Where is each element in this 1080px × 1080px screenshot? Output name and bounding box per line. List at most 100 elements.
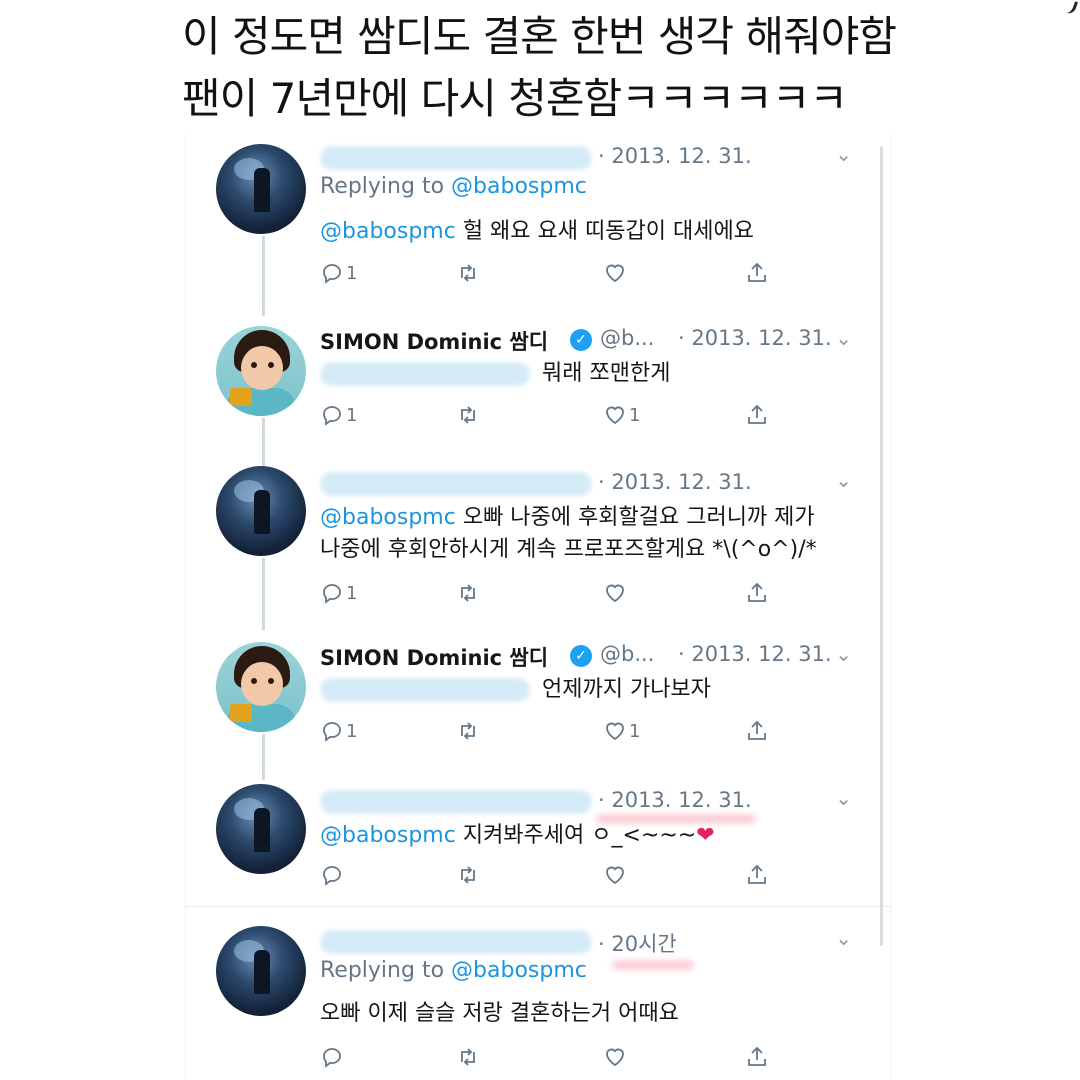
reply-icon xyxy=(323,406,341,426)
chevron-down-icon[interactable]: ⌄ xyxy=(835,642,852,666)
retweet-button[interactable] xyxy=(456,718,480,743)
avatar[interactable] xyxy=(216,784,306,874)
share-button[interactable] xyxy=(745,862,769,887)
retweet-button[interactable] xyxy=(456,580,480,605)
scrollbar[interactable] xyxy=(880,146,883,946)
share-button[interactable] xyxy=(745,718,769,743)
tweet-text: @babospmc 오빠 나중에 후회할걸요 그러니까 제가 나중에 후회안하시… xyxy=(320,502,817,566)
tweet-date[interactable]: · 20시간 xyxy=(598,928,677,958)
tweet-text: @babospmc 지켜봐주세여 ㅇ_<~~~❤ xyxy=(320,820,715,852)
tweet-thread[interactable]: · 2013. 12. 31. ⌄ Replying to @babospmc … xyxy=(185,134,892,1080)
like-button[interactable] xyxy=(603,580,629,605)
reply-icon xyxy=(323,722,341,742)
avatar[interactable] xyxy=(216,642,306,732)
replying-label: Replying to xyxy=(320,174,445,199)
tweet-2[interactable]: SIMON Dominic 쌈디 ✓ @b... · 2013. 12. 31.… xyxy=(186,316,891,468)
reply-icon xyxy=(323,584,341,604)
share-button[interactable] xyxy=(745,260,769,285)
replying-handle[interactable]: @babospmc xyxy=(451,174,587,199)
tweet-1[interactable]: · 2013. 12. 31. ⌄ Replying to @babospmc … xyxy=(186,134,891,316)
blurred-name xyxy=(320,472,592,496)
display-name[interactable]: SIMON Dominic 쌈디 xyxy=(320,642,548,672)
avatar[interactable] xyxy=(216,144,306,234)
blurred-name xyxy=(320,930,592,954)
chevron-down-icon[interactable]: ⌄ xyxy=(835,786,852,810)
retweet-button[interactable] xyxy=(456,260,480,285)
display-name[interactable]: SIMON Dominic 쌈디 xyxy=(320,326,548,356)
blurred-mention xyxy=(320,362,530,386)
tweet-date[interactable]: · 2013. 12. 31. xyxy=(598,470,752,494)
reply-button[interactable]: 1 xyxy=(320,580,357,605)
tweet-text: 언제까지 가나보자 xyxy=(320,674,711,706)
mention-link[interactable]: @babospmc xyxy=(320,219,456,244)
tweet-text-content: 언제까지 가나보자 xyxy=(542,677,711,702)
tweet-5[interactable]: · 2013. 12. 31. ⌄ @babospmc 지켜봐주세여 ㅇ_<~~… xyxy=(186,774,891,904)
tweet-text-content: 뭐래 쪼맨한게 xyxy=(542,361,671,386)
tweet-text-content: 오빠 이제 슬슬 저랑 결혼하는거 어때요 xyxy=(320,1001,679,1026)
tweet-text-line-2: 나중에 후회안하시게 계속 프로포즈할게요 *\(^o^)/* xyxy=(320,537,817,562)
tweet-date[interactable]: · 2013. 12. 31. xyxy=(678,326,832,350)
like-button[interactable] xyxy=(603,260,629,285)
blurred-name xyxy=(320,146,592,170)
thread-line xyxy=(262,236,265,316)
reply-count: 1 xyxy=(346,262,358,284)
share-icon xyxy=(748,1046,766,1066)
retweet-button[interactable] xyxy=(456,862,480,887)
reply-button[interactable] xyxy=(320,1044,346,1069)
reply-button[interactable]: 1 xyxy=(320,402,357,427)
tweet-actions xyxy=(320,862,780,892)
tweet-3[interactable]: · 2013. 12. 31. ⌄ @babospmc 오빠 나중에 후회할걸요… xyxy=(186,456,891,636)
reply-button[interactable]: 1 xyxy=(320,718,357,743)
avatar[interactable] xyxy=(216,466,306,556)
highlight-mark xyxy=(612,960,694,970)
thread-line xyxy=(262,558,265,630)
mention-link[interactable]: @babospmc xyxy=(320,823,456,848)
like-count: 1 xyxy=(629,720,641,742)
like-button[interactable] xyxy=(603,862,629,887)
post-caption: 이 정도면 쌈디도 결혼 한번 생각 해줘야함 팬이 7년만에 다시 청혼함ㅋㅋ… xyxy=(182,6,1062,130)
chevron-down-icon[interactable]: ⌄ xyxy=(835,142,852,166)
tweet-actions: 1 xyxy=(320,580,780,610)
heart-emoji: ❤ xyxy=(696,823,715,848)
reply-button[interactable]: 1 xyxy=(320,260,357,285)
retweet-button[interactable] xyxy=(456,402,480,427)
chevron-down-icon[interactable]: ⌄ xyxy=(835,926,852,950)
share-icon xyxy=(748,864,766,884)
like-button[interactable] xyxy=(603,1044,629,1069)
tweet-text: 오빠 이제 슬슬 저랑 결혼하는거 어때요 xyxy=(320,998,679,1030)
user-handle[interactable]: @b... xyxy=(600,326,654,350)
tweet-text: 뭐래 쪼맨한게 xyxy=(320,358,670,390)
tweet-header: · 20시간 ⌄ xyxy=(320,926,880,956)
retweet-icon xyxy=(461,584,475,602)
user-handle[interactable]: @b... xyxy=(600,642,654,666)
heart-icon xyxy=(606,1048,624,1067)
like-button[interactable]: 1 xyxy=(603,718,640,743)
tweet-date[interactable]: · 2013. 12. 31. xyxy=(678,642,832,666)
tweet-header: · 2013. 12. 31. ⌄ xyxy=(320,786,880,816)
retweet-button[interactable] xyxy=(456,1044,480,1069)
heart-icon xyxy=(606,866,624,885)
avatar[interactable] xyxy=(216,926,306,1016)
tweet-date[interactable]: · 2013. 12. 31. xyxy=(598,788,752,812)
tweet-actions: 1 1 xyxy=(320,718,780,748)
replying-handle[interactable]: @babospmc xyxy=(451,958,587,983)
reply-icon xyxy=(323,866,341,886)
retweet-icon xyxy=(461,1048,475,1066)
verified-badge-icon: ✓ xyxy=(570,645,592,667)
reply-button[interactable] xyxy=(320,862,346,887)
retweet-icon xyxy=(461,866,475,884)
share-button[interactable] xyxy=(745,580,769,605)
avatar[interactable] xyxy=(216,326,306,416)
mention-link[interactable]: @babospmc xyxy=(320,505,456,530)
like-button[interactable]: 1 xyxy=(603,402,640,427)
tweet-date[interactable]: · 2013. 12. 31. xyxy=(598,144,752,168)
share-button[interactable] xyxy=(745,1044,769,1069)
tweet-4[interactable]: SIMON Dominic 쌈디 ✓ @b... · 2013. 12. 31.… xyxy=(186,632,891,782)
heart-icon xyxy=(606,406,624,425)
share-button[interactable] xyxy=(745,402,769,427)
chevron-down-icon[interactable]: ⌄ xyxy=(835,326,852,350)
tweet-6[interactable]: · 20시간 ⌄ Replying to @babospmc 오빠 이제 슬슬 … xyxy=(186,916,891,1080)
like-count: 1 xyxy=(629,404,641,426)
chevron-down-icon[interactable]: ⌄ xyxy=(835,468,852,492)
caption-line-1: 이 정도면 쌈디도 결혼 한번 생각 해줘야함 xyxy=(182,12,897,61)
